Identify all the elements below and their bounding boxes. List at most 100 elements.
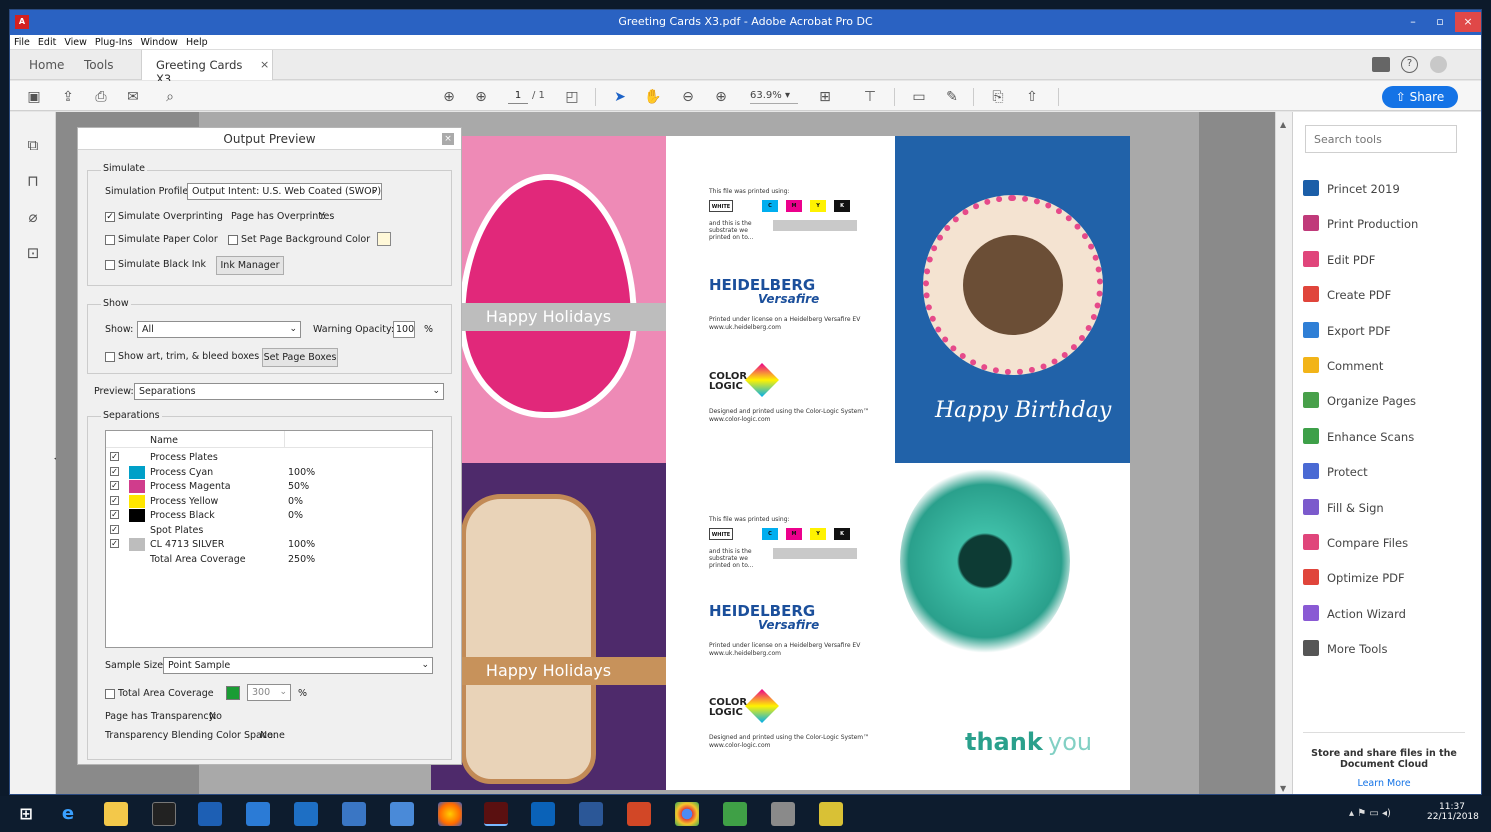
zoom-out-icon[interactable]: ⊖	[679, 88, 697, 106]
separation-checkbox[interactable]: ✓	[110, 452, 119, 461]
pen-icon[interactable]: ✎	[943, 88, 961, 106]
separation-checkbox[interactable]: ✓	[110, 466, 119, 476]
hand-tool-icon[interactable]: ✋	[644, 88, 662, 106]
share-button[interactable]: ⇧ Share	[1382, 86, 1458, 108]
sample-size-select[interactable]: Point Sample ⌄	[163, 657, 433, 674]
file-explorer-icon[interactable]	[104, 802, 128, 826]
firefox-icon[interactable]	[438, 802, 462, 826]
separation-checkbox[interactable]: ✓	[110, 481, 119, 490]
save-icon[interactable]: ▣	[25, 88, 43, 106]
tac-color-swatch[interactable]	[226, 686, 240, 700]
learn-more-link[interactable]: Learn More	[1305, 778, 1463, 789]
bookmark-icon[interactable]: ⊓	[23, 172, 43, 192]
tool-edit-pdf[interactable]: Edit PDF	[1303, 250, 1375, 271]
vertical-scrollbar[interactable]: ▲ ▼	[1275, 112, 1292, 794]
acrobat-taskbar-icon[interactable]	[484, 802, 508, 826]
set-page-bg-checkbox[interactable]	[228, 235, 238, 245]
tool-fill-sign[interactable]: Fill & Sign	[1303, 498, 1384, 519]
zoom-in-icon[interactable]: ⊕	[712, 88, 730, 106]
ink-manager-button[interactable]: Ink Manager	[216, 256, 284, 275]
tool-comment[interactable]: Comment	[1303, 357, 1383, 377]
dialog-close-icon[interactable]: ×	[442, 133, 454, 145]
tool-protect[interactable]: Protect	[1303, 463, 1368, 483]
maximize-icon[interactable]: ▫	[1428, 12, 1452, 32]
page-bg-color-swatch[interactable]	[377, 232, 391, 246]
help-icon[interactable]: ?	[1401, 56, 1418, 73]
separation-checkbox[interactable]: ✓	[110, 495, 119, 505]
menu-view[interactable]: View	[60, 35, 91, 50]
powershell-icon[interactable]	[294, 802, 318, 826]
simulation-profile-select[interactable]: Output Intent: U.S. Web Coated (SWOP) v2…	[187, 183, 382, 200]
tool-print-production[interactable]: Print Production	[1303, 215, 1418, 235]
search-tools-input[interactable]	[1305, 125, 1457, 153]
tac-checkbox[interactable]	[105, 689, 115, 699]
tab-home[interactable]: Home	[29, 58, 64, 72]
upload-cloud-icon[interactable]: ⇪	[59, 88, 77, 106]
page-number-input[interactable]: 1	[508, 90, 528, 104]
chrome-icon[interactable]	[675, 802, 699, 826]
windows-start-icon[interactable]: ⊞	[14, 802, 38, 826]
tool-more-tools[interactable]: More Tools	[1303, 640, 1388, 660]
attachment-icon[interactable]: ⌀	[23, 208, 43, 228]
tab-document[interactable]: Greeting Cards X3... ×	[141, 50, 273, 86]
select-cursor-icon[interactable]: ➤	[611, 88, 629, 106]
clock[interactable]: 11:37 22/11/2018	[1427, 802, 1479, 822]
scroll-mode-icon[interactable]: ⊤	[861, 88, 879, 106]
menu-edit[interactable]: Edit	[34, 35, 60, 50]
powerpoint-icon[interactable]	[627, 802, 651, 826]
tool-princet-2019[interactable]: Princet 2019	[1303, 180, 1400, 200]
tac-value-select[interactable]: 300 ⌄	[247, 684, 291, 701]
share-document-icon[interactable]: ⇧	[1023, 88, 1041, 106]
show-select[interactable]: All ⌄	[137, 321, 301, 338]
separation-checkbox[interactable]: ✓	[110, 510, 119, 519]
tab-close-icon[interactable]: ×	[260, 58, 269, 71]
app-icon-6[interactable]	[771, 802, 795, 826]
app-icon-1[interactable]	[198, 802, 222, 826]
page-thumbnails-icon[interactable]: ⧉	[23, 136, 43, 156]
word-icon[interactable]	[579, 802, 603, 826]
comment-icon[interactable]: ▭	[910, 88, 928, 106]
app-icon-7[interactable]	[819, 802, 843, 826]
scroll-up-icon[interactable]: ▲	[1280, 120, 1286, 129]
tool-enhance-scans[interactable]: Enhance Scans	[1303, 427, 1414, 448]
tool-export-pdf[interactable]: Export PDF	[1303, 321, 1391, 342]
tool-compare-files[interactable]: Compare Files	[1303, 534, 1408, 554]
menu-file[interactable]: File	[10, 35, 34, 50]
app-icon-5[interactable]	[723, 802, 747, 826]
tab-tools[interactable]: Tools	[84, 58, 114, 72]
tool-create-pdf[interactable]: Create PDF	[1303, 286, 1391, 306]
minimize-icon[interactable]: –	[1401, 12, 1425, 32]
sim-overprint-checkbox[interactable]: ✓	[105, 212, 115, 222]
menu-window[interactable]: Window	[136, 35, 181, 50]
menu-plugins[interactable]: Plug-Ins	[91, 35, 137, 50]
internet-explorer-icon[interactable]: e	[56, 802, 80, 826]
sim-black-ink-checkbox[interactable]	[105, 260, 115, 270]
tool-action-wizard[interactable]: Action Wizard	[1303, 604, 1406, 625]
scroll-down-icon[interactable]: ▼	[1280, 784, 1286, 793]
chat-icon[interactable]	[1372, 57, 1390, 72]
menu-help[interactable]: Help	[182, 35, 212, 50]
name-column-header[interactable]: Name	[150, 435, 178, 446]
separations-list[interactable]: Name ✓ Process Plates ✓ Process Cyan 100…	[105, 430, 433, 648]
app-icon-4[interactable]	[390, 802, 414, 826]
next-page-icon[interactable]: ⊕	[472, 88, 490, 106]
show-art-checkbox[interactable]	[105, 352, 115, 362]
preview-select[interactable]: Separations ⌄	[134, 383, 444, 400]
app-icon-3[interactable]	[342, 802, 366, 826]
page-display-icon[interactable]: ⊞	[816, 88, 834, 106]
separation-checkbox[interactable]: ✓	[110, 524, 119, 534]
account-avatar[interactable]	[1430, 56, 1447, 73]
outlook-icon[interactable]	[531, 802, 555, 826]
layers-lock-icon[interactable]: ⊡	[23, 244, 43, 264]
system-tray-icons[interactable]: ▴ ⚑ ▭ ◂)	[1349, 808, 1391, 819]
print-icon[interactable]: ⎙	[92, 88, 110, 106]
close-window-icon[interactable]: ×	[1455, 12, 1481, 32]
app-icon-2[interactable]	[246, 802, 270, 826]
fit-page-icon[interactable]: ◰	[563, 88, 581, 106]
separation-checkbox[interactable]: ✓	[110, 539, 119, 548]
prev-page-icon[interactable]: ⊕	[440, 88, 458, 106]
zoom-level-select[interactable]: 63.9% ▾	[750, 90, 798, 104]
tool-optimize-pdf[interactable]: Optimize PDF	[1303, 569, 1405, 589]
warning-opacity-input[interactable]: 100	[393, 321, 415, 338]
sim-paper-checkbox[interactable]	[105, 235, 115, 245]
